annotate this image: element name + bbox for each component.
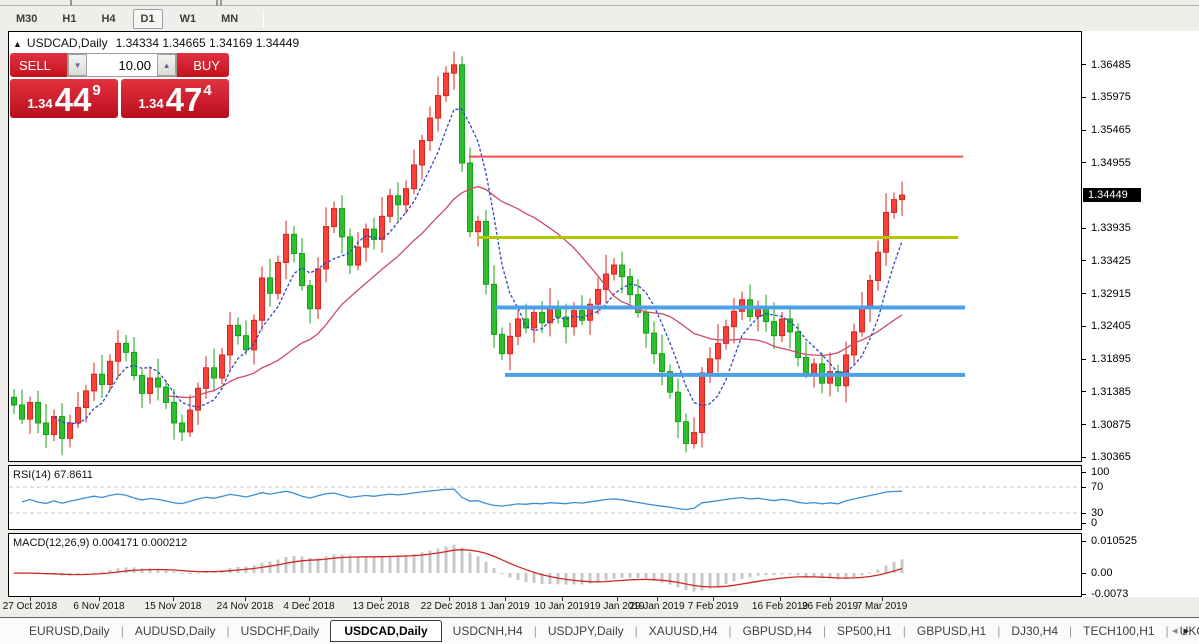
axis-tick bbox=[1082, 541, 1086, 542]
quote-boxes-row: 1.34449 1.34474 bbox=[10, 79, 229, 118]
upper-toolbar-edge bbox=[0, 0, 1199, 6]
rsi-canvas[interactable] bbox=[9, 466, 1081, 529]
axis-tick bbox=[1082, 293, 1086, 294]
date-axis: 27 Oct 20186 Nov 201815 Nov 201824 Nov 2… bbox=[0, 597, 1199, 617]
chart-title: ▲ USDCAD,Daily 1.34334 1.34665 1.34169 1.3… bbox=[13, 36, 299, 50]
price-axis-label: 1.31385 bbox=[1082, 386, 1131, 399]
timeframe-button-mn[interactable]: MN bbox=[213, 9, 246, 29]
volume-decrease-button[interactable]: ▼ bbox=[68, 54, 87, 76]
chart-ohlc-values: 1.34334 1.34665 1.34169 1.34449 bbox=[116, 36, 300, 50]
rsi-axis-label: 70 bbox=[1082, 481, 1103, 494]
macd-axis-label: 0.010525 bbox=[1082, 535, 1137, 548]
ask-pip-digit: 4 bbox=[203, 82, 211, 99]
price-axis-label: 1.30365 bbox=[1082, 451, 1131, 464]
price-axis-label: 1.36485 bbox=[1082, 59, 1131, 72]
sell-button[interactable]: SELL bbox=[10, 58, 60, 73]
timeframe-toolbar: M30 H1 H4 D1 W1 MN bbox=[0, 7, 1199, 31]
one-click-trade-widget: SELL ▼ ▲ BUY 1.34449 1.34474 bbox=[10, 53, 229, 118]
axis-tick bbox=[1082, 594, 1086, 595]
timeframe-button-h1[interactable]: H1 bbox=[54, 9, 84, 29]
axis-tick bbox=[1082, 523, 1086, 524]
toolbar-grip bbox=[70, 0, 72, 6]
collapse-triangle-icon[interactable]: ▲ bbox=[13, 39, 22, 49]
axis-tick bbox=[1082, 457, 1086, 458]
macd-label: MACD(12,26,9) 0.004171 0.000212 bbox=[13, 537, 187, 549]
toolbar-grip bbox=[220, 0, 222, 6]
mt4-window: { "toolbar": { "timeframes": [ {"label":… bbox=[0, 0, 1199, 644]
axis-tick bbox=[1082, 424, 1086, 425]
volume-spinner: ▼ ▲ bbox=[67, 53, 177, 77]
tab-eurusd-daily[interactable]: EURUSD,Daily bbox=[18, 621, 121, 641]
axis-tick bbox=[1082, 472, 1086, 473]
rsi-axis-label: 0 bbox=[1082, 517, 1097, 530]
rsi-label: RSI(14) 67.8611 bbox=[13, 469, 93, 481]
bid-big-digits: 44 bbox=[55, 85, 92, 115]
axis-tick bbox=[1082, 97, 1086, 98]
price-axis-label: 1.33425 bbox=[1082, 255, 1131, 268]
buy-button[interactable]: BUY bbox=[184, 58, 229, 73]
tab-usdchf-daily[interactable]: USDCHF,Daily bbox=[230, 621, 331, 641]
price-axis-label: 1.34955 bbox=[1082, 157, 1131, 170]
toolbar-grip bbox=[216, 0, 218, 6]
tab-sp500-h1[interactable]: SP500,H1 bbox=[826, 621, 903, 641]
tab-xauusd-h4[interactable]: XAUUSD,H4 bbox=[638, 621, 729, 641]
price-axis-label: 1.32915 bbox=[1082, 288, 1131, 301]
trade-buttons-row: SELL ▼ ▲ BUY bbox=[10, 53, 229, 77]
chart-symbol-label: USDCAD,Daily bbox=[27, 36, 108, 50]
date-axis-label: 7 Mar 2019 bbox=[837, 601, 927, 612]
tab-scroll-left-icon[interactable]: ◂ bbox=[1172, 625, 1184, 637]
tab-scroll-arrows: ◂▸ bbox=[1172, 624, 1195, 637]
axis-tick bbox=[1082, 487, 1086, 488]
timeframe-button-d1[interactable]: D1 bbox=[133, 9, 163, 29]
axis-tick bbox=[1082, 326, 1086, 327]
ask-prefix: 1.34 bbox=[138, 96, 163, 111]
price-axis-label: 1.32405 bbox=[1082, 320, 1131, 333]
tab-dj30-h4[interactable]: DJ30,H4 bbox=[1000, 621, 1069, 641]
axis-tick bbox=[1082, 391, 1086, 392]
axis-tick bbox=[1082, 162, 1086, 163]
price-axis-label: 1.30875 bbox=[1082, 419, 1131, 432]
axis-tick bbox=[1082, 513, 1086, 514]
tab-usdcnh-h4[interactable]: USDCNH,H4 bbox=[442, 621, 534, 641]
timeframe-button-h4[interactable]: H4 bbox=[93, 9, 123, 29]
bid-pip-digit: 9 bbox=[92, 82, 100, 99]
bid-quote-button[interactable]: 1.34449 bbox=[10, 79, 118, 118]
tab-usdjpy-daily[interactable]: USDJPY,Daily bbox=[537, 621, 635, 641]
price-axis-label: 1.31895 bbox=[1082, 353, 1131, 366]
tab-scroll-right-icon[interactable]: ▸ bbox=[1183, 625, 1195, 637]
timeframe-button-w1[interactable]: W1 bbox=[172, 9, 205, 29]
macd-axis-label: 0.00 bbox=[1082, 567, 1112, 580]
tab-usdcad-daily[interactable]: USDCAD,Daily bbox=[330, 620, 441, 642]
symbol-tab-bar: EURUSD,Daily|AUDUSD,Daily|USDCHF,DailyUS… bbox=[0, 617, 1199, 644]
bid-prefix: 1.34 bbox=[27, 96, 52, 111]
axis-tick bbox=[1082, 64, 1086, 65]
tab-gbpusd-h4[interactable]: GBPUSD,H4 bbox=[732, 621, 823, 641]
price-axis: 1.36485 1.35975 1.35465 1.34955 1.33935 … bbox=[1082, 31, 1199, 597]
toolbar-separator bbox=[263, 10, 264, 28]
rsi-axis-label: 100 bbox=[1082, 466, 1109, 479]
tab-gbpusd-h1[interactable]: GBPUSD,H1 bbox=[906, 621, 997, 641]
timeframe-button-m30[interactable]: M30 bbox=[8, 9, 45, 29]
tab-audusd-daily[interactable]: AUDUSD,Daily bbox=[124, 621, 227, 641]
axis-tick bbox=[1082, 228, 1086, 229]
axis-tick bbox=[1082, 260, 1086, 261]
price-axis-label: 1.35465 bbox=[1082, 124, 1131, 137]
volume-increase-button[interactable]: ▲ bbox=[157, 54, 176, 76]
price-axis-label: 1.35975 bbox=[1082, 91, 1131, 104]
current-price-marker: 1.34449 bbox=[1083, 188, 1141, 202]
volume-input[interactable] bbox=[87, 54, 157, 76]
axis-tick bbox=[1082, 359, 1086, 360]
axis-tick bbox=[1082, 573, 1086, 574]
price-axis-label: 1.33935 bbox=[1082, 222, 1131, 235]
tab-tech100-h1[interactable]: TECH100,H1 bbox=[1072, 621, 1165, 641]
axis-tick bbox=[1082, 130, 1086, 131]
ask-quote-button[interactable]: 1.34474 bbox=[121, 79, 229, 118]
ask-big-digits: 47 bbox=[166, 85, 203, 115]
